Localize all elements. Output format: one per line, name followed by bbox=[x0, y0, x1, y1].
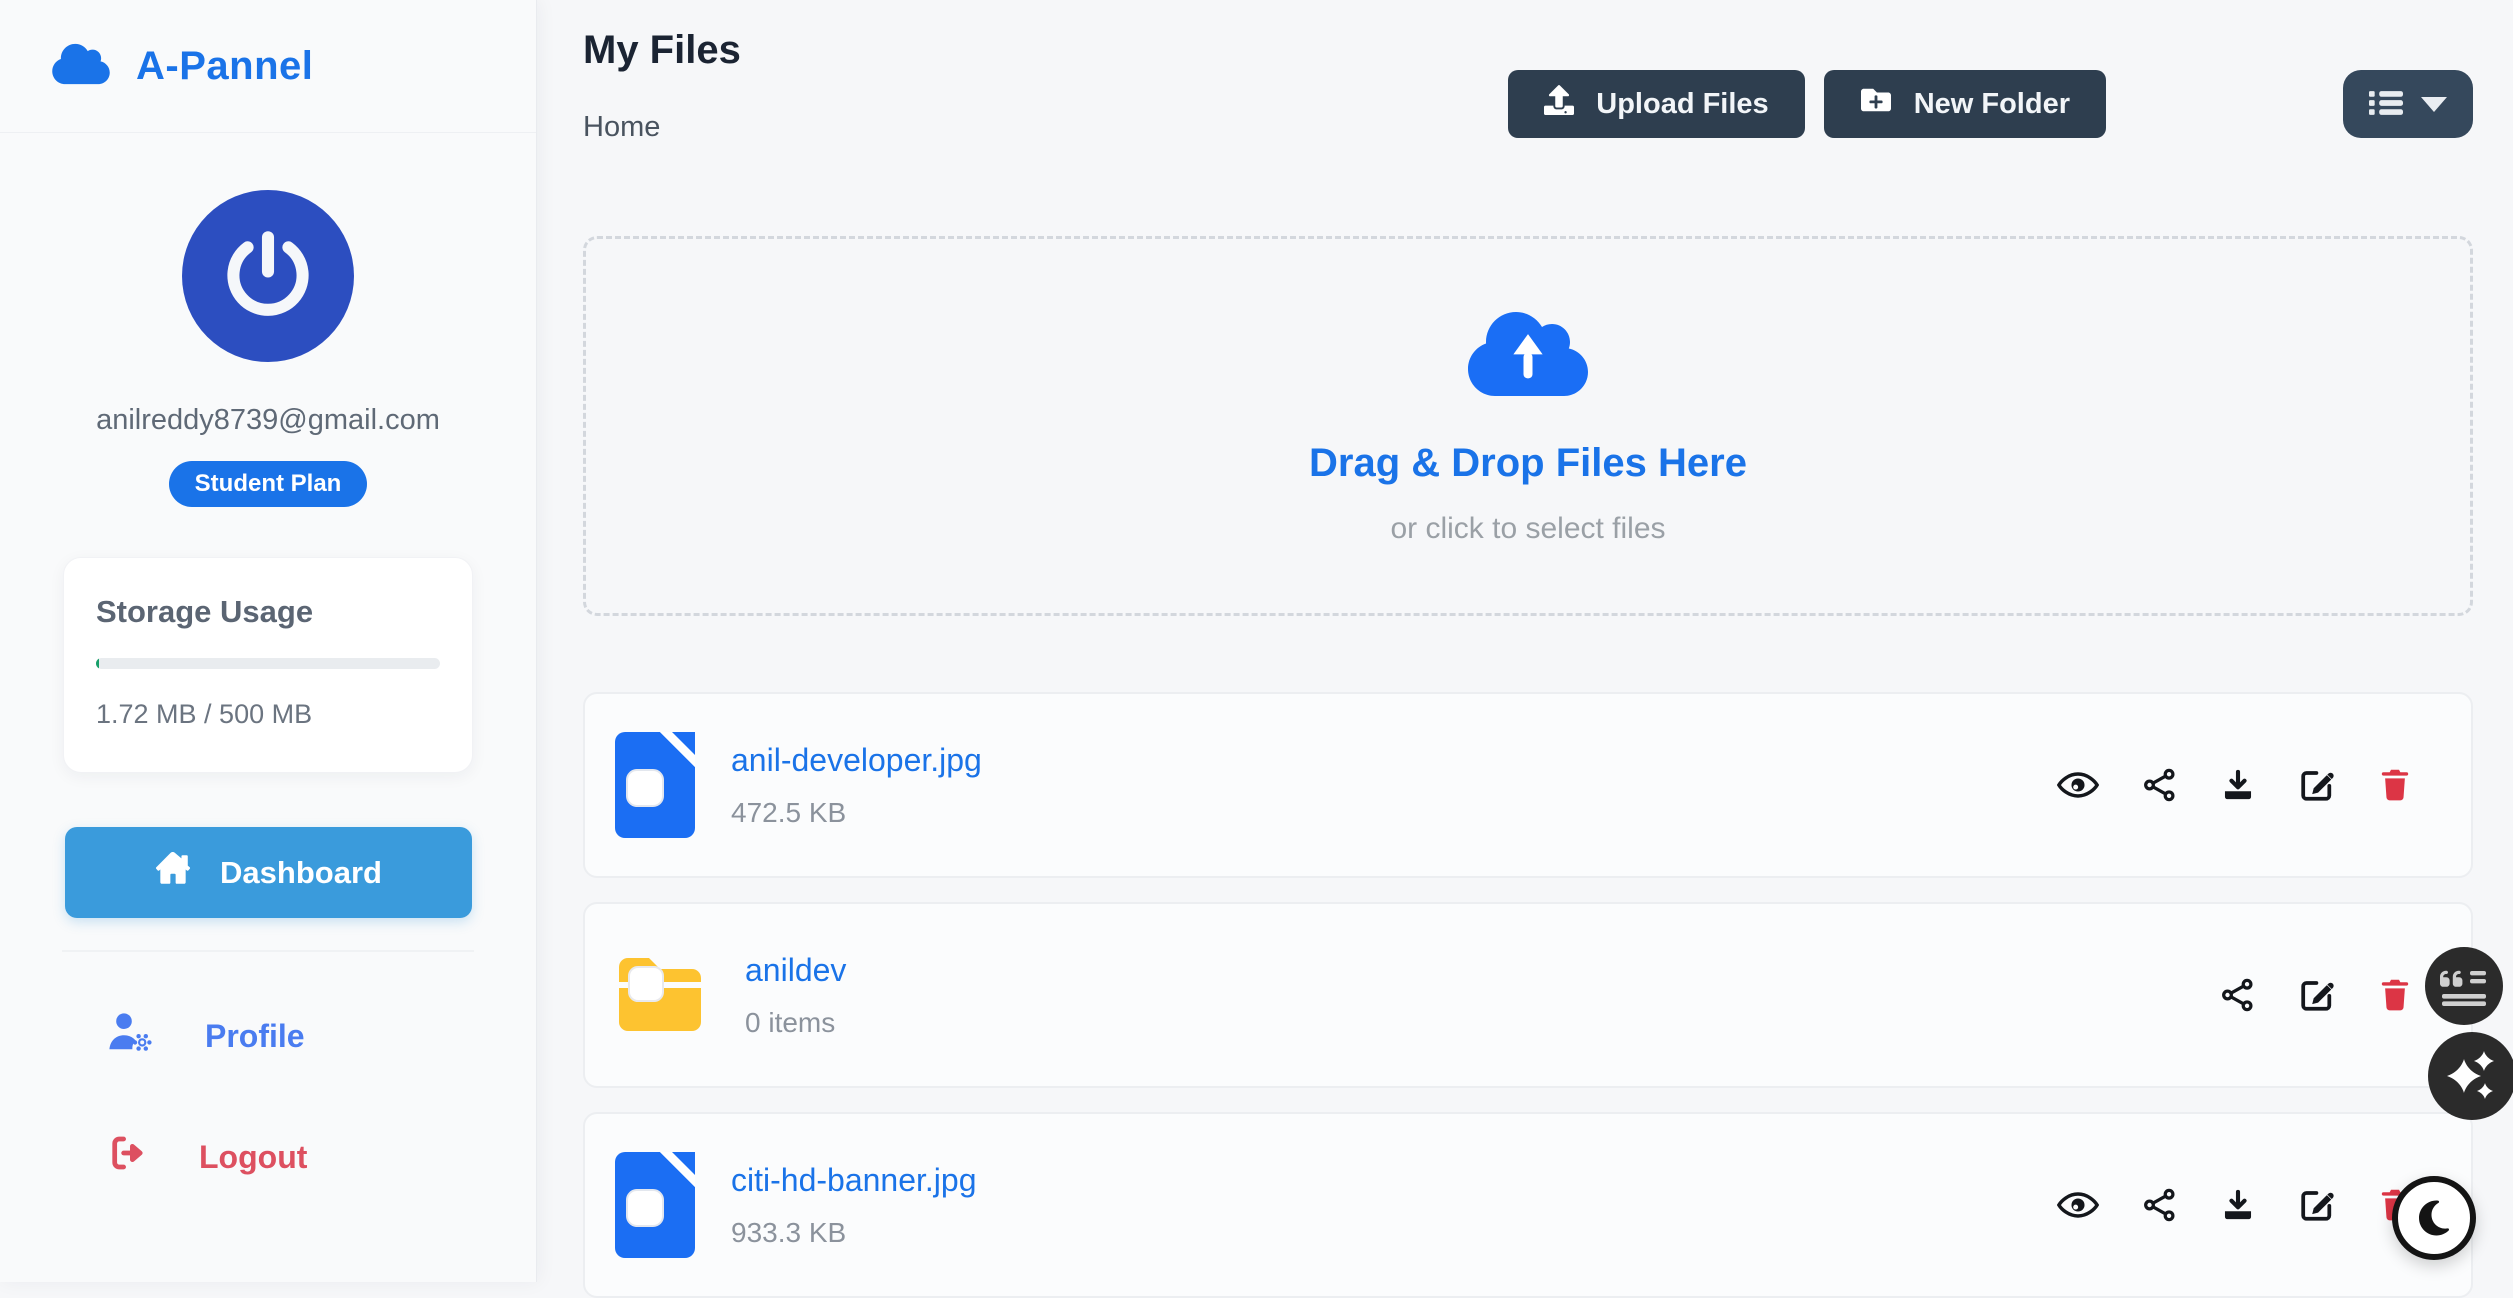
home-icon bbox=[154, 852, 192, 894]
share-button[interactable] bbox=[2139, 1184, 2181, 1226]
feedback-fab[interactable] bbox=[2425, 947, 2503, 1025]
caret-down-icon bbox=[2421, 97, 2447, 112]
trash-icon bbox=[2379, 977, 2411, 1013]
dropzone-subtitle: or click to select files bbox=[1390, 512, 1665, 546]
file-image-icon bbox=[615, 732, 695, 838]
edit-icon bbox=[2299, 977, 2335, 1013]
ai-assistant-fab[interactable] bbox=[2428, 1032, 2513, 1120]
file-row: citi-hd-banner.jpg 933.3 KB bbox=[583, 1112, 2473, 1298]
brand[interactable]: A-Pannel bbox=[0, 0, 536, 133]
new-folder-button[interactable]: New Folder bbox=[1824, 70, 2106, 138]
storage-progress-track bbox=[96, 658, 440, 669]
download-button[interactable] bbox=[2217, 763, 2259, 807]
file-list: anil-developer.jpg 472.5 KB bbox=[583, 692, 2473, 1298]
storage-progress-fill bbox=[96, 658, 99, 669]
power-icon bbox=[218, 224, 318, 329]
delete-button[interactable] bbox=[2375, 763, 2415, 807]
breadcrumb-home[interactable]: Home bbox=[583, 111, 660, 144]
sidebar-item-profile[interactable]: Profile bbox=[0, 1010, 536, 1062]
dropzone-title: Drag & Drop Files Here bbox=[1309, 441, 1747, 486]
folder-plus-icon bbox=[1860, 85, 1892, 123]
sidebar-item-label: Profile bbox=[205, 1018, 305, 1055]
main-content: My Files Home Upload Files New Folder bbox=[537, 0, 2513, 1282]
download-icon bbox=[2221, 767, 2255, 803]
sidebar-item-logout[interactable]: Logout bbox=[0, 1132, 536, 1182]
trash-icon bbox=[2379, 767, 2411, 803]
share-icon bbox=[2143, 1188, 2177, 1222]
cloud-arrow-up-icon bbox=[1468, 306, 1588, 407]
dark-mode-toggle[interactable] bbox=[2392, 1176, 2476, 1260]
quote-icon bbox=[2440, 965, 2488, 1007]
toolbar: Upload Files New Folder bbox=[1508, 70, 2106, 138]
plan-badge: Student Plan bbox=[169, 461, 368, 507]
sidebar-item-label: Logout bbox=[199, 1139, 307, 1176]
brand-title: A-Pannel bbox=[136, 44, 313, 89]
page-title: My Files bbox=[583, 28, 2473, 73]
storage-usage-text: 1.72 MB / 500 MB bbox=[96, 699, 440, 730]
sidebar-divider bbox=[62, 950, 474, 952]
preview-button[interactable] bbox=[2053, 1186, 2103, 1224]
file-image-icon bbox=[615, 1152, 695, 1258]
download-icon bbox=[2221, 1187, 2255, 1223]
folder-row: anildev 0 items bbox=[583, 902, 2473, 1088]
eye-icon bbox=[2057, 770, 2099, 800]
rename-button[interactable] bbox=[2295, 1183, 2339, 1227]
delete-button[interactable] bbox=[2375, 973, 2415, 1017]
folder-items-count: 0 items bbox=[745, 1007, 846, 1039]
share-button[interactable] bbox=[2217, 974, 2259, 1016]
edit-icon bbox=[2299, 1187, 2335, 1223]
share-icon bbox=[2221, 978, 2255, 1012]
moon-icon bbox=[2414, 1198, 2454, 1238]
file-name-link[interactable]: citi-hd-banner.jpg bbox=[731, 1162, 976, 1199]
file-size: 472.5 KB bbox=[731, 797, 982, 829]
cloud-icon bbox=[52, 41, 110, 92]
sidebar-item-dashboard[interactable]: Dashboard bbox=[65, 827, 472, 918]
storage-title: Storage Usage bbox=[96, 594, 440, 630]
folder-icon bbox=[615, 951, 709, 1039]
storage-usage-card: Storage Usage 1.72 MB / 500 MB bbox=[63, 557, 473, 773]
eye-icon bbox=[2057, 1190, 2099, 1220]
file-name-link[interactable]: anil-developer.jpg bbox=[731, 742, 982, 779]
share-icon bbox=[2143, 768, 2177, 802]
file-row: anil-developer.jpg 472.5 KB bbox=[583, 692, 2473, 878]
file-actions bbox=[2053, 763, 2415, 807]
user-gear-icon bbox=[105, 1010, 157, 1062]
avatar bbox=[182, 190, 354, 362]
upload-icon bbox=[1544, 85, 1574, 123]
list-icon bbox=[2369, 89, 2403, 120]
preview-button[interactable] bbox=[2053, 766, 2103, 804]
upload-files-label: Upload Files bbox=[1596, 88, 1768, 121]
download-button[interactable] bbox=[2217, 1183, 2259, 1227]
upload-files-button[interactable]: Upload Files bbox=[1508, 70, 1804, 138]
user-email: anilreddy8739@gmail.com bbox=[0, 404, 536, 437]
dropzone[interactable]: Drag & Drop Files Here or click to selec… bbox=[583, 236, 2473, 616]
new-folder-label: New Folder bbox=[1914, 88, 2070, 121]
sidebar: A-Pannel anilreddy8739@gmail.com Student… bbox=[0, 0, 537, 1282]
rename-button[interactable] bbox=[2295, 973, 2339, 1017]
rename-button[interactable] bbox=[2295, 763, 2339, 807]
share-button[interactable] bbox=[2139, 764, 2181, 806]
sidebar-item-label: Dashboard bbox=[220, 855, 382, 891]
file-size: 933.3 KB bbox=[731, 1217, 976, 1249]
folder-name-link[interactable]: anildev bbox=[745, 952, 846, 989]
edit-icon bbox=[2299, 767, 2335, 803]
view-mode-dropdown[interactable] bbox=[2343, 70, 2473, 138]
logout-icon bbox=[105, 1132, 151, 1182]
file-actions bbox=[2053, 1183, 2415, 1227]
folder-actions bbox=[2217, 973, 2415, 1017]
sparkles-icon bbox=[2447, 1051, 2497, 1101]
